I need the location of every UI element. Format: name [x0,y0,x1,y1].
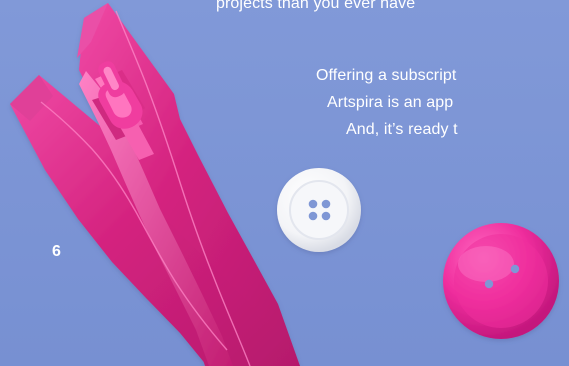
white-button [277,168,361,252]
illustration [10,3,559,366]
page: projects than you ever have Offering a s… [0,0,569,366]
zipper-illustration [10,3,300,366]
pink-button [443,223,559,339]
page-number: 6 [52,243,61,260]
